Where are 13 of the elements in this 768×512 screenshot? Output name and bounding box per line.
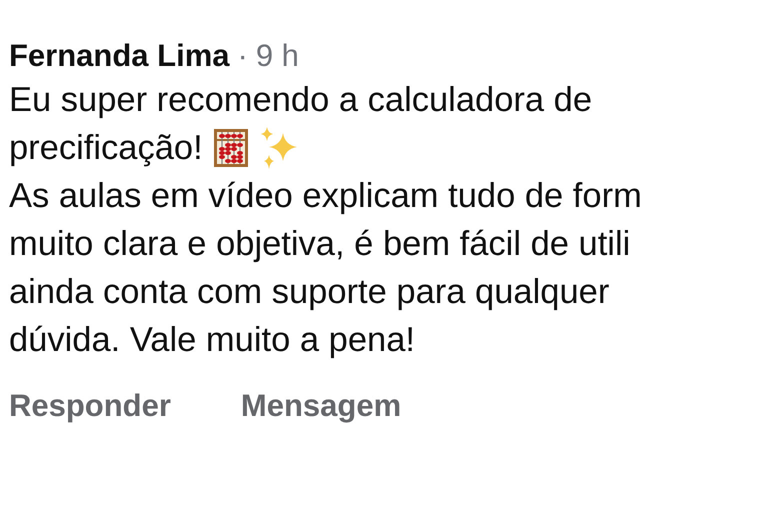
author-name[interactable]: Fernanda Lima [9, 36, 230, 76]
comment-text-line: ainda conta com suporte para qualquer [9, 272, 610, 313]
comment-text-line: dúvida. Vale muito a pena! [9, 320, 415, 361]
comment-text-line: precificação! [9, 128, 203, 169]
comment-text-line: Eu super recomendo a calculadora de [9, 80, 592, 121]
comment-text-line: muito clara e objetiva, é bem fácil de utili [9, 224, 630, 265]
abacus-icon [212, 128, 249, 168]
sparkles-icon [258, 127, 299, 169]
comment-time: 9 h [256, 37, 299, 75]
reply-link[interactable]: Responder [9, 386, 171, 426]
message-link[interactable]: Mensagem [240, 386, 402, 426]
comment-text-line: As aulas em vídeo explicam tudo de form [9, 176, 642, 217]
separator-dot: · [238, 37, 248, 75]
